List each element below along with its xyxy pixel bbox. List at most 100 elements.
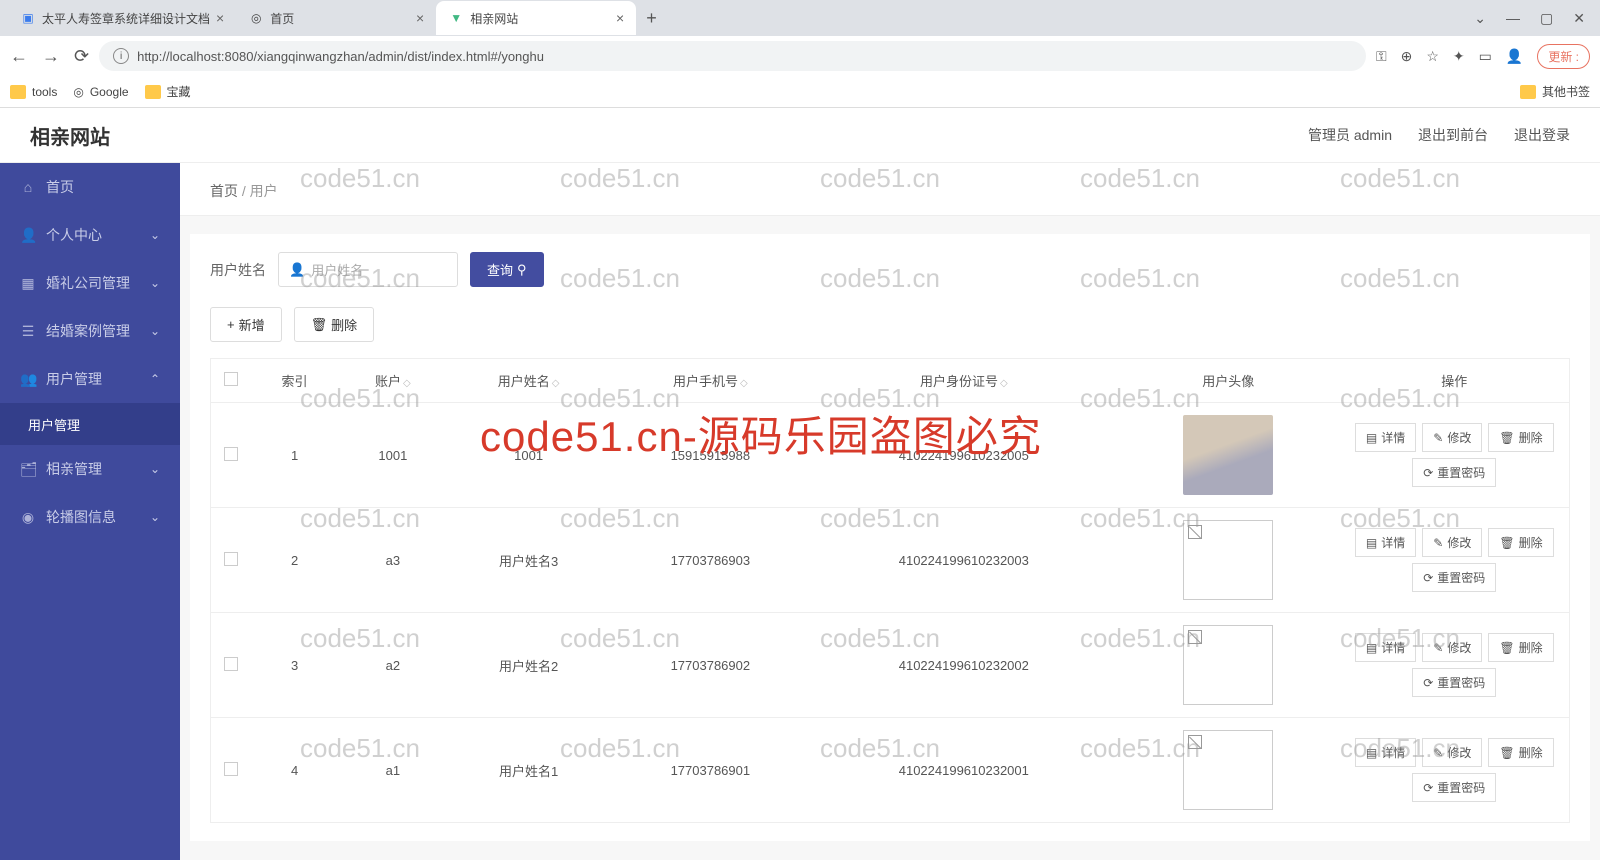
sidebar-item-personal[interactable]: 👤个人中心⌄ xyxy=(0,211,180,259)
chevron-down-icon: ⌄ xyxy=(150,462,160,476)
row-checkbox[interactable] xyxy=(224,762,238,776)
admin-label[interactable]: 管理员 admin xyxy=(1308,125,1392,145)
username-input[interactable]: 👤 用户姓名 xyxy=(278,252,458,287)
avatar-broken xyxy=(1183,730,1273,810)
trash-icon: 🗑 xyxy=(1499,431,1514,445)
sort-icon[interactable]: ◇ xyxy=(740,378,748,389)
password-icon[interactable]: ⚿ xyxy=(1376,48,1387,65)
dropdown-icon[interactable]: ⌄ xyxy=(1474,10,1486,27)
translate-icon[interactable]: ⊕ xyxy=(1401,48,1413,65)
forward-icon[interactable]: → xyxy=(42,46,60,67)
sidebar-item-home[interactable]: ⌂首页 xyxy=(0,163,180,211)
cell-account: a1 xyxy=(339,718,447,823)
cell-index: 2 xyxy=(251,508,339,613)
reset-password-button[interactable]: ⟳重置密码 xyxy=(1412,458,1496,487)
site-info-icon[interactable]: i xyxy=(113,48,129,64)
table-row: 11001100115915915988410224199610232005▤详… xyxy=(211,403,1570,508)
table-header-row: 索引 账户◇ 用户姓名◇ 用户手机号◇ 用户身份证号◇ 用户头像 操作 xyxy=(211,359,1570,403)
detail-button[interactable]: ▤详情 xyxy=(1355,633,1416,662)
bookmark-google[interactable]: ◎Google xyxy=(73,85,128,99)
update-button[interactable]: 更新 : xyxy=(1537,44,1590,69)
extensions-icon[interactable]: ✦ xyxy=(1453,48,1465,65)
row-delete-button[interactable]: 🗑删除 xyxy=(1488,528,1553,557)
trash-icon: 🗑 xyxy=(1499,641,1514,655)
sort-icon[interactable]: ◇ xyxy=(552,378,560,389)
row-delete-button[interactable]: 🗑删除 xyxy=(1488,633,1553,662)
delete-button[interactable]: 🗑删除 xyxy=(294,307,375,342)
search-button[interactable]: 查询 ⚲ xyxy=(470,252,544,287)
input-placeholder: 用户姓名 xyxy=(311,260,363,279)
content-panel: 用户姓名 👤 用户姓名 查询 ⚲ +新增 🗑删除 索引 账户◇ 用户姓名◇ xyxy=(190,234,1590,841)
close-icon[interactable]: × xyxy=(416,10,424,26)
row-delete-button[interactable]: 🗑删除 xyxy=(1488,738,1553,767)
edit-button[interactable]: ✎修改 xyxy=(1422,423,1482,452)
table-row: 3a2用户姓名217703786902410224199610232002▤详情… xyxy=(211,613,1570,718)
trash-icon: 🗑 xyxy=(311,317,328,333)
reload-icon[interactable]: ⟳ xyxy=(74,46,89,67)
close-icon[interactable]: × xyxy=(616,10,624,26)
cell-phone: 17703786902 xyxy=(610,613,810,718)
filter-row: 用户姓名 👤 用户姓名 查询 ⚲ xyxy=(210,252,1570,287)
edit-button[interactable]: ✎修改 xyxy=(1422,528,1482,557)
chevron-down-icon: ⌄ xyxy=(150,510,160,524)
row-checkbox[interactable] xyxy=(224,447,238,461)
reset-password-button[interactable]: ⟳重置密码 xyxy=(1412,668,1496,697)
bookmark-baozang[interactable]: 宝藏 xyxy=(145,83,191,100)
reset-password-button[interactable]: ⟳重置密码 xyxy=(1412,773,1496,802)
edit-button[interactable]: ✎修改 xyxy=(1422,633,1482,662)
key-icon: ⟳ xyxy=(1423,571,1433,585)
row-delete-button[interactable]: 🗑删除 xyxy=(1488,423,1553,452)
other-bookmarks[interactable]: 其他书签 xyxy=(1520,83,1590,100)
sidebar-item-label: 个人中心 xyxy=(46,225,102,245)
maximize-icon[interactable]: ▢ xyxy=(1540,10,1553,27)
reading-list-icon[interactable]: ▭ xyxy=(1479,48,1492,65)
profile-icon[interactable]: 👤 xyxy=(1506,48,1523,65)
add-button[interactable]: +新增 xyxy=(210,307,282,342)
sidebar-item-carousel[interactable]: ◉轮播图信息⌄ xyxy=(0,493,180,541)
edit-button[interactable]: ✎修改 xyxy=(1422,738,1482,767)
avatar-broken xyxy=(1183,520,1273,600)
app-header: 相亲网站 管理员 admin 退出到前台 退出登录 xyxy=(0,108,1600,163)
avatar-broken xyxy=(1183,625,1273,705)
detail-button[interactable]: ▤详情 xyxy=(1355,423,1416,452)
search-icon: ⚲ xyxy=(517,262,527,278)
reset-password-button[interactable]: ⟳重置密码 xyxy=(1412,563,1496,592)
cell-index: 1 xyxy=(251,403,339,508)
sidebar-item-company[interactable]: ▦婚礼公司管理⌄ xyxy=(0,259,180,307)
logout-link[interactable]: 退出登录 xyxy=(1514,125,1570,145)
cell-name: 用户姓名1 xyxy=(447,718,610,823)
sidebar-item-label: 用户管理 xyxy=(46,369,102,389)
star-icon[interactable]: ☆ xyxy=(1426,48,1439,65)
browser-tab-active[interactable]: ▼ 相亲网站 × xyxy=(436,1,636,35)
crumb-home[interactable]: 首页 xyxy=(210,183,238,199)
table-row: 4a1用户姓名117703786901410224199610232001▤详情… xyxy=(211,718,1570,823)
back-icon[interactable]: ← xyxy=(10,46,28,67)
browser-chrome: ▣ 太平人寿签章系统详细设计文档 × ◎ 首页 × ▼ 相亲网站 × + ⌄ —… xyxy=(0,0,1600,108)
detail-button[interactable]: ▤详情 xyxy=(1355,528,1416,557)
minimize-icon[interactable]: — xyxy=(1506,10,1520,27)
close-icon[interactable]: × xyxy=(216,10,224,26)
sidebar-subitem-user[interactable]: 用户管理 xyxy=(0,403,180,445)
detail-button[interactable]: ▤详情 xyxy=(1355,738,1416,767)
url-bar[interactable]: i http://localhost:8080/xiangqinwangzhan… xyxy=(99,41,1366,71)
to-front-link[interactable]: 退出到前台 xyxy=(1418,125,1488,145)
sort-icon[interactable]: ◇ xyxy=(403,378,411,389)
select-all-checkbox[interactable] xyxy=(224,372,238,386)
sidebar-item-user[interactable]: 👥用户管理⌃ xyxy=(0,355,180,403)
row-checkbox[interactable] xyxy=(224,552,238,566)
sidebar-item-label: 相亲管理 xyxy=(46,459,102,479)
sort-icon[interactable]: ◇ xyxy=(1000,378,1008,389)
browser-tab[interactable]: ▣ 太平人寿签章系统详细设计文档 × xyxy=(8,1,236,35)
window-close-icon[interactable]: ✕ xyxy=(1573,10,1585,27)
main-content: 首页 / 用户 用户姓名 👤 用户姓名 查询 ⚲ +新增 🗑删除 xyxy=(180,163,1600,860)
sidebar-item-xiangqin[interactable]: 🗂相亲管理⌄ xyxy=(0,445,180,493)
broken-image-icon xyxy=(1188,630,1202,644)
new-tab-button[interactable]: + xyxy=(636,8,667,29)
bookmark-tools[interactable]: tools xyxy=(10,85,57,99)
chevron-down-icon: ⌄ xyxy=(150,276,160,290)
row-checkbox[interactable] xyxy=(224,657,238,671)
filter-label: 用户姓名 xyxy=(210,260,266,280)
browser-tab[interactable]: ◎ 首页 × xyxy=(236,1,436,35)
cell-idno: 410224199610232003 xyxy=(811,508,1118,613)
sidebar-item-case[interactable]: ☰结婚案例管理⌄ xyxy=(0,307,180,355)
